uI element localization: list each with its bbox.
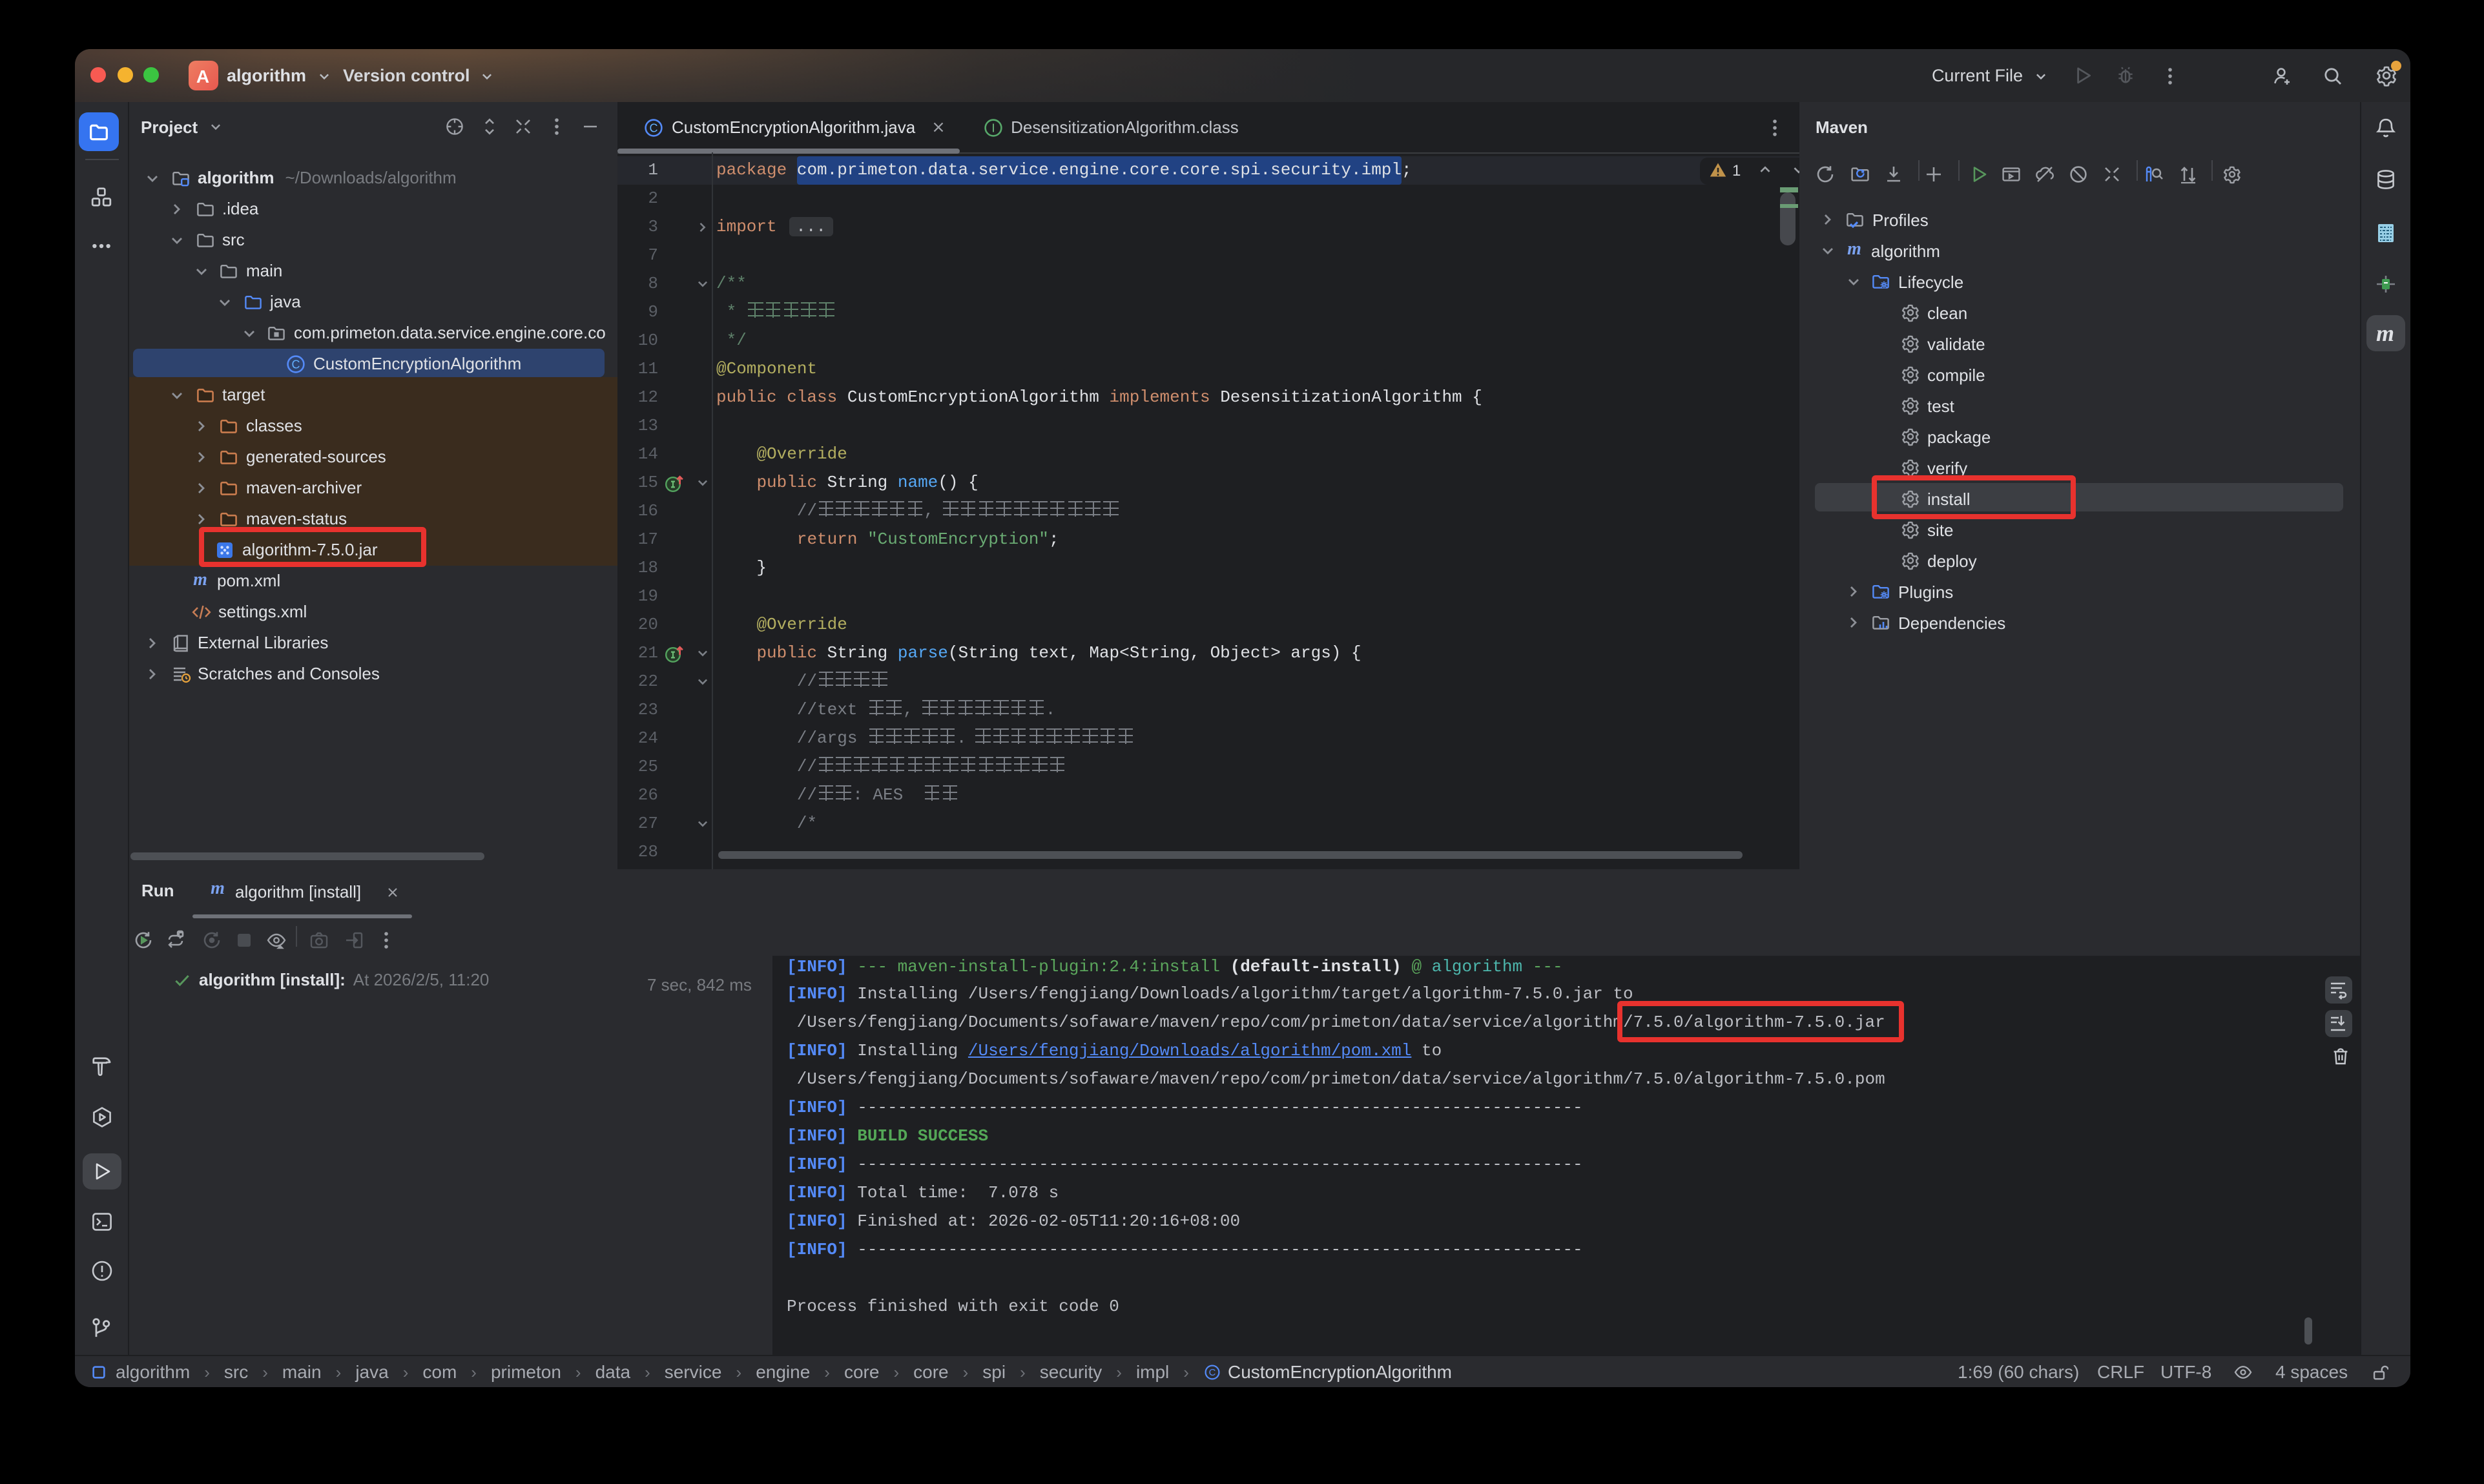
- svg-text:C: C: [1210, 1367, 1217, 1377]
